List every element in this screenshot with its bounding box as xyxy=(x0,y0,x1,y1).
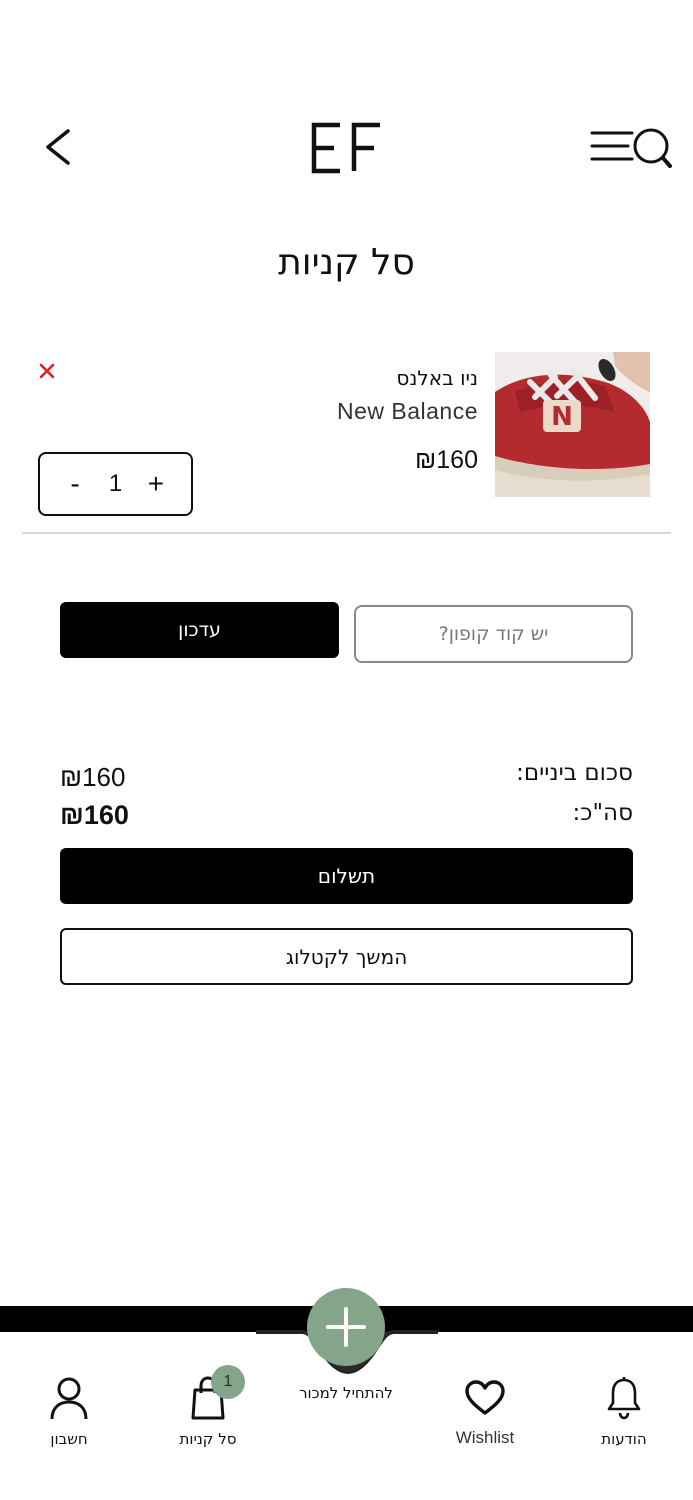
cart-count-badge: 1 xyxy=(211,1365,245,1399)
quantity-value: 1 xyxy=(108,470,123,497)
decrease-quantity-button[interactable]: - xyxy=(62,470,88,498)
divider xyxy=(22,532,671,534)
start-selling-label[interactable]: להתחיל למכור xyxy=(270,1384,422,1402)
nav-cart-label: סל קניות xyxy=(179,1430,237,1448)
product-price: ₪160 xyxy=(415,446,478,474)
increase-quantity-button[interactable]: + xyxy=(143,470,169,498)
plus-icon xyxy=(326,1307,366,1347)
remove-item-button[interactable] xyxy=(34,358,60,384)
product-brand: New Balance xyxy=(336,398,478,424)
close-icon xyxy=(39,363,55,379)
nav-account-label: חשבון xyxy=(50,1430,88,1448)
page-title: סל קניות xyxy=(278,242,415,283)
update-cart-button[interactable]: עדכון xyxy=(60,602,339,658)
user-icon xyxy=(50,1377,88,1420)
nav-cart[interactable]: סל קניות xyxy=(148,1374,268,1448)
menu-search-icon xyxy=(590,128,672,168)
logo[interactable] xyxy=(310,122,382,174)
continue-to-catalog-button[interactable]: המשך לקטלוג xyxy=(60,928,633,985)
quantity-stepper: - 1 + xyxy=(38,452,193,516)
coupon-input[interactable] xyxy=(354,605,633,663)
menu-search-button[interactable] xyxy=(588,126,674,172)
ef-logo-icon xyxy=(311,122,380,174)
nav-wishlist[interactable]: Wishlist xyxy=(425,1374,545,1448)
back-button[interactable] xyxy=(40,126,80,168)
svg-text:N: N xyxy=(551,402,573,432)
nav-wishlist-label: Wishlist xyxy=(455,1428,515,1447)
chevron-left-icon xyxy=(46,129,70,165)
product-name[interactable]: ניו באלנס xyxy=(396,366,478,390)
product-image[interactable]: N xyxy=(495,352,650,497)
heart-icon xyxy=(465,1380,505,1415)
nav-notifications[interactable]: הודעות xyxy=(564,1374,684,1448)
bell-icon xyxy=(607,1377,641,1420)
nav-notifications-label: הודעות xyxy=(601,1430,647,1448)
sneaker-image: N xyxy=(495,352,650,497)
total-value: ₪160 xyxy=(60,800,129,830)
nav-account[interactable]: חשבון xyxy=(9,1374,129,1448)
subtotal-value: ₪160 xyxy=(60,762,126,792)
start-selling-button[interactable] xyxy=(307,1288,385,1366)
subtotal-label: סכום ביניים: xyxy=(516,760,633,786)
pay-button[interactable]: תשלום xyxy=(60,848,633,904)
total-label: סה"כ: xyxy=(572,800,633,826)
